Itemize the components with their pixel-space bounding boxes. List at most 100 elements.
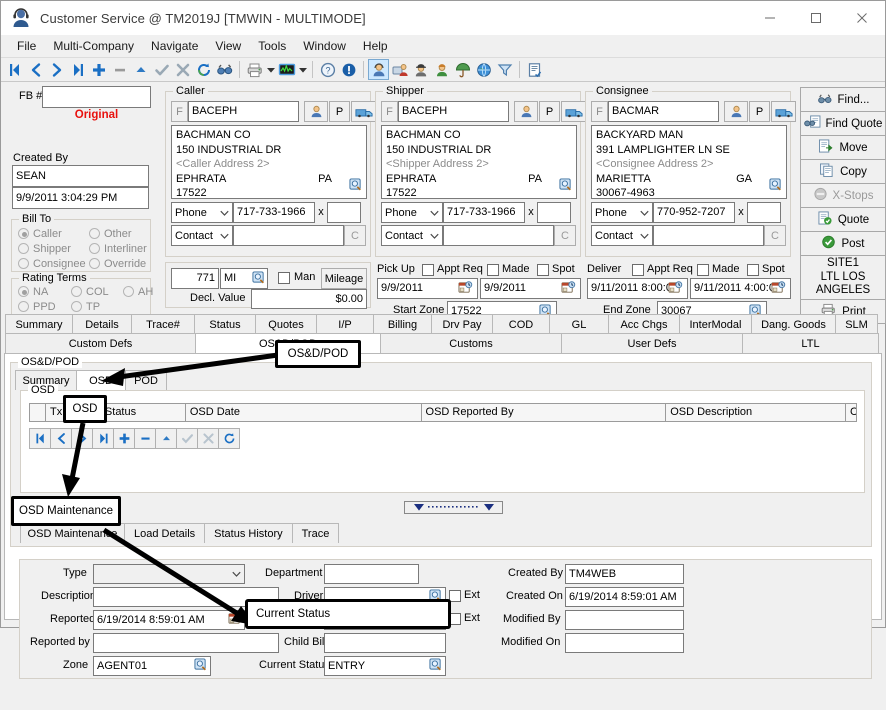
detail-tab-load-details[interactable]: Load Details [124,523,205,543]
consignee-phone-type-select[interactable]: Phone [591,202,653,223]
caller-phone-input[interactable]: 717-733-1966 [233,202,315,223]
grid-refresh-icon[interactable] [218,428,240,449]
consignee-ext-input[interactable] [747,202,781,223]
caller-p-button[interactable]: P [329,101,350,122]
print-dropdown-arrow[interactable] [265,59,276,80]
consignee-phone-input[interactable]: 770-952-7207 [653,202,735,223]
consignee-f-button[interactable]: F [591,101,608,122]
grid-col-osd-reported-by[interactable]: OSD Reported By [422,404,667,421]
subtab-pod[interactable]: POD [125,370,167,390]
monitor-dropdown-arrow[interactable] [297,59,308,80]
radio-rating-col[interactable] [71,286,82,297]
tab-drv-pay[interactable]: Drv Pay [431,314,493,334]
customer-group-icon[interactable] [389,59,410,80]
agent-icon[interactable] [431,59,452,80]
menu-help[interactable]: Help [355,36,397,56]
grid-previous-icon[interactable] [50,428,72,449]
mileage-button[interactable]: Mileage [321,268,367,289]
detail-tab-trace[interactable]: Trace [292,523,340,543]
department-input[interactable] [324,564,419,584]
tab-status[interactable]: Status [194,314,256,334]
modified-on-input[interactable] [565,633,684,653]
deliver-to-calendar-icon[interactable] [771,281,786,298]
deliver-from-calendar-icon[interactable] [668,281,683,298]
consignee-zip-lookup-icon[interactable] [769,178,782,196]
current-status-lookup-icon[interactable] [429,658,442,674]
tab-details[interactable]: Details [72,314,132,334]
type-select[interactable] [93,564,245,584]
pickup-appt-req-checkbox[interactable] [422,264,434,276]
created-by-user-input[interactable]: SEAN [12,165,149,187]
menu-window[interactable]: Window [295,36,355,56]
reported-by-input[interactable] [93,633,279,653]
radio-bill-to-shipper[interactable] [18,243,29,254]
consignee-code-input[interactable]: BACMAR [608,101,719,122]
consignee-p-button[interactable]: P [749,101,770,122]
caller-contact-button[interactable]: C [344,225,366,246]
menu-view[interactable]: View [207,36,250,56]
pickup-to-calendar-icon[interactable] [561,281,576,298]
shipper-phone-input[interactable]: 717-733-1966 [443,202,525,223]
find-button[interactable]: Find... [800,87,886,112]
radio-bill-to-other[interactable] [89,228,100,239]
shipper-address-panel[interactable]: BACHMAN CO 150 INDUSTRIAL DR <Shipper Ad… [381,125,577,199]
help-icon[interactable]: ? [317,59,338,80]
tab-intermodal[interactable]: InterModal [679,314,752,334]
tab-cod[interactable]: COD [492,314,550,334]
deliver-made-checkbox[interactable] [697,264,709,276]
tab-acc-chgs[interactable]: Acc Chgs [608,314,680,334]
radio-rating-na[interactable] [18,286,29,297]
radio-bill-to-interliner[interactable] [89,243,100,254]
minimize-button[interactable] [747,1,793,35]
tab-custom-defs[interactable]: Custom Defs [5,333,196,353]
grid-cancel-icon[interactable] [197,428,219,449]
info-icon[interactable] [338,59,359,80]
grid-last-icon[interactable] [92,428,114,449]
move-button[interactable]: Move [800,135,886,160]
created-on-input[interactable]: 9/9/2011 3:04:29 PM [12,187,149,209]
tab-ltl[interactable]: LTL [742,333,879,353]
shipper-code-input[interactable]: BACEPH [398,101,509,122]
consignee-person-lookup-icon[interactable] [724,101,748,122]
modified-by-input[interactable] [565,610,684,630]
close-button[interactable] [839,1,885,35]
globe-icon[interactable] [473,59,494,80]
consignee-address-panel[interactable]: BACKYARD MAN 391 LAMPLIGHTER LN SE <Cons… [591,125,787,199]
cancel-record-icon[interactable] [172,59,193,80]
umbrella-icon[interactable] [452,59,473,80]
find-quote-button[interactable]: Find Quote [800,111,886,136]
shipper-zip-lookup-icon[interactable] [559,178,572,196]
maximize-button[interactable] [793,1,839,35]
shipper-ext-input[interactable] [537,202,571,223]
radio-bill-to-override[interactable] [89,258,100,269]
tab-trace-number[interactable]: Trace# [131,314,195,334]
grid-restore-icon[interactable] [155,428,177,449]
grid-first-icon[interactable] [29,428,51,449]
shipper-p-button[interactable]: P [539,101,560,122]
grid-col-status[interactable]: Status [101,404,186,421]
caller-code-input[interactable]: BACEPH [188,101,299,122]
caller-ext-input[interactable] [327,202,361,223]
splitter-handle[interactable] [404,501,503,514]
tab-ip[interactable]: I/P [316,314,374,334]
radio-rating-ah[interactable] [123,286,134,297]
tab-quotes[interactable]: Quotes [255,314,317,334]
zone-lookup-icon[interactable] [194,658,207,674]
customer-service-icon[interactable] [368,59,389,80]
consignee-contact-button[interactable]: C [764,225,786,246]
tab-billing[interactable]: Billing [373,314,432,334]
caller-zip-lookup-icon[interactable] [349,178,362,196]
grid-col-osd-date[interactable]: OSD Date [186,404,422,421]
grid-add-icon[interactable] [113,428,135,449]
print-icon[interactable] [244,59,265,80]
menu-navigate[interactable]: Navigate [143,36,207,56]
menu-tools[interactable]: Tools [250,36,295,56]
restore-record-icon[interactable] [130,59,151,80]
caller-contact-type-select[interactable]: Contact [171,225,233,246]
shipper-contact-type-select[interactable]: Contact [381,225,443,246]
pickup-spot-checkbox[interactable] [537,264,549,276]
menu-file[interactable]: File [9,36,45,56]
created-by-input[interactable]: TM4WEB [565,564,684,584]
quote-button[interactable]: Quote [800,207,886,232]
driver-icon[interactable] [410,59,431,80]
